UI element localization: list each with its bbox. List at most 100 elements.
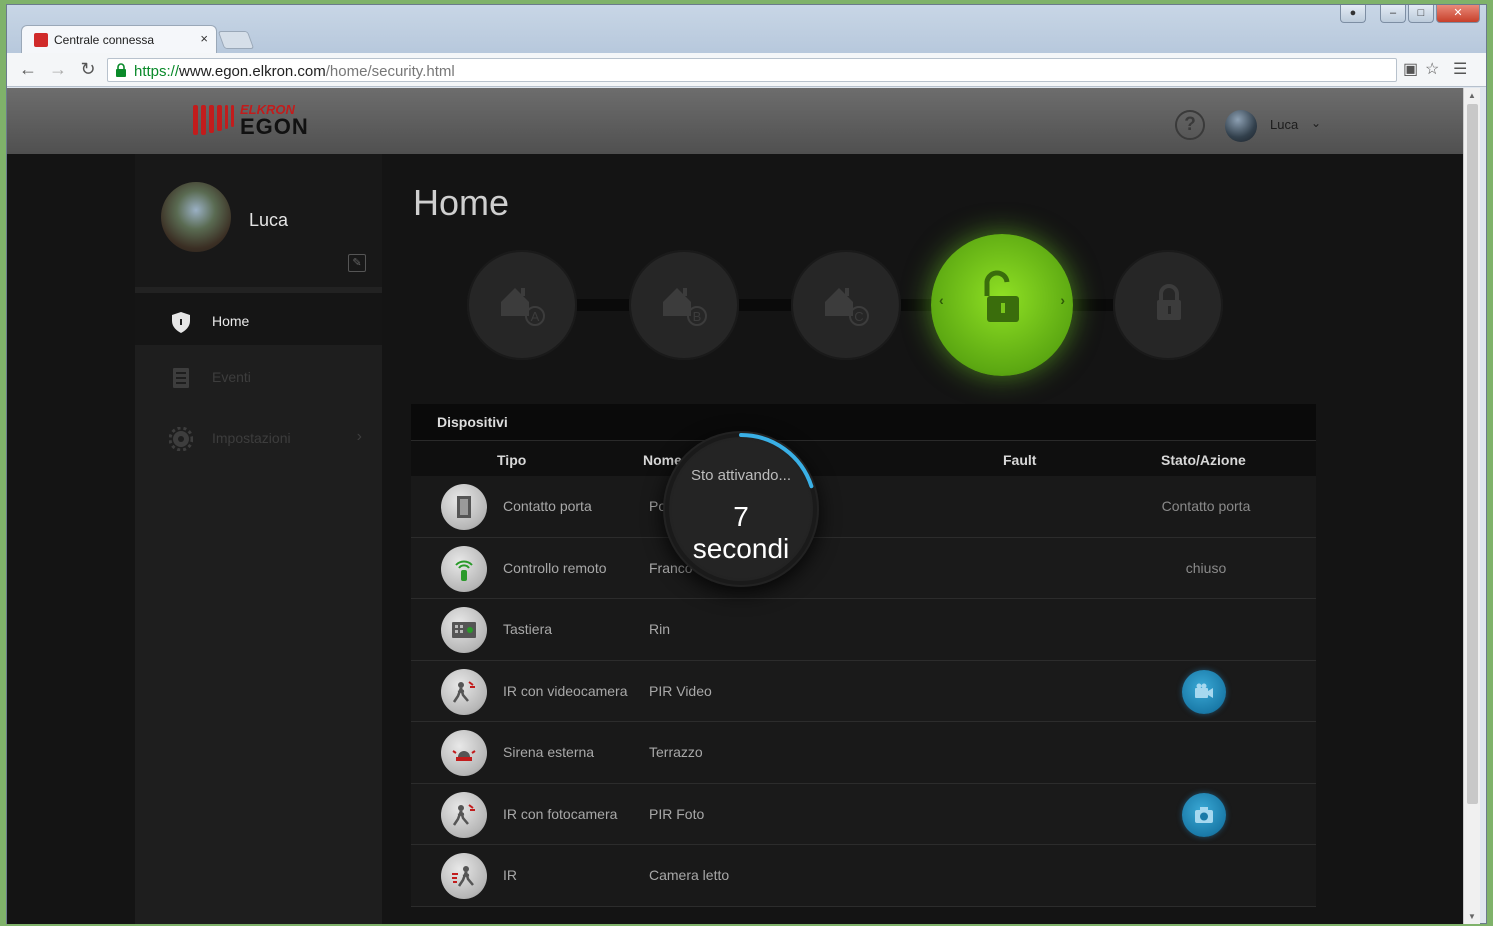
table-header: Tipo Nome Fault Stato/Azione xyxy=(411,440,1316,476)
translate-icon[interactable]: ▣ xyxy=(1403,59,1418,79)
video-camera-button[interactable] xyxy=(1182,669,1226,714)
table-body: Contatto porta Porta Contatto porta Cont… xyxy=(411,476,1316,907)
edit-profile-icon[interactable]: ✎ xyxy=(348,254,366,272)
cell-tipo: Contatto porta xyxy=(503,498,592,514)
mode-arm[interactable] xyxy=(1113,250,1223,360)
cell-tipo: Controllo remoto xyxy=(503,559,607,576)
scroll-down-icon[interactable]: ▼ xyxy=(1468,912,1476,921)
vertical-scrollbar[interactable]: ▲ ▼ xyxy=(1463,88,1480,924)
col-fault: Fault xyxy=(1003,452,1037,468)
col-stato: Stato/Azione xyxy=(1161,452,1246,468)
video-camera-icon xyxy=(1195,683,1213,698)
logo-brand-main: EGON xyxy=(240,113,309,139)
table-row[interactable]: IR Camera letto xyxy=(411,845,1316,907)
browser-window: Centrale connessa × ● – □ ✕ ← → ↻ https:… xyxy=(6,4,1487,924)
overlay-message: Sto attivando... xyxy=(690,467,792,484)
sidebar-item-impostazioni[interactable]: Impostazioni › xyxy=(135,410,382,468)
pir-icon xyxy=(441,853,487,899)
cell-tipo: Sirena esterna xyxy=(503,744,595,760)
devices-title: Dispositivi xyxy=(411,404,1316,440)
lock-icon xyxy=(1157,284,1181,320)
scroll-up-icon[interactable]: ▲ xyxy=(1468,91,1476,100)
sidebar-profile: Luca ✎ xyxy=(135,154,382,287)
chevron-right-icon: › xyxy=(356,428,362,445)
table-row[interactable]: Contatto porta Porta Contatto porta xyxy=(411,476,1316,538)
chevron-down-icon[interactable]: ⌄ xyxy=(1311,116,1321,130)
page-title: Home xyxy=(413,182,510,223)
cell-stato: chiuso xyxy=(1185,559,1227,576)
new-tab-button[interactable] xyxy=(217,31,255,49)
back-icon[interactable]: ← xyxy=(17,59,39,80)
activation-countdown-overlay: Sto attivando... 7 secondi xyxy=(663,431,819,587)
sidebar-item-home[interactable]: Home xyxy=(135,287,382,345)
mode-home-a[interactable]: A xyxy=(467,250,577,360)
browser-tab[interactable]: Centrale connessa × xyxy=(21,25,217,53)
mode-disarm[interactable]: ‹ › xyxy=(931,234,1073,376)
door-contact-icon xyxy=(441,484,487,530)
url-text: https://www.egon.elkron.com/home/securit… xyxy=(134,63,455,80)
chevron-left-icon[interactable]: ‹ xyxy=(939,292,944,308)
mode-home-b[interactable]: B xyxy=(629,250,739,360)
table-row[interactable]: Sirena esterna Terrazzo xyxy=(411,722,1316,784)
profile-icon[interactable]: ● xyxy=(1340,5,1366,23)
tab-strip: Centrale connessa × ● – □ ✕ xyxy=(7,5,1486,53)
home-a-icon: A xyxy=(501,288,545,326)
remote-control-icon xyxy=(441,545,487,592)
page-viewport: ELKRON EGON ? Luca ⌄ Luca ✎ Home Eventi … xyxy=(7,88,1463,924)
header-avatar[interactable] xyxy=(1225,110,1257,142)
keypad-icon xyxy=(441,607,487,653)
table-row[interactable]: Tastiera Rin xyxy=(411,599,1316,661)
svg-text:C: C xyxy=(854,309,863,324)
sidebar-item-label: Impostazioni xyxy=(212,430,291,446)
sidebar-item-eventi[interactable]: Eventi xyxy=(135,349,382,407)
svg-text:B: B xyxy=(693,309,702,324)
sidebar-item-label: Eventi xyxy=(212,369,251,385)
list-icon xyxy=(173,368,189,388)
reload-icon[interactable]: ↻ xyxy=(77,59,99,80)
forward-icon[interactable]: → xyxy=(47,59,69,80)
home-b-icon: B xyxy=(663,288,707,326)
menu-icon[interactable]: ☰ xyxy=(1453,59,1467,79)
chevron-right-icon[interactable]: › xyxy=(1060,292,1065,308)
cell-nome: Rin xyxy=(649,621,671,637)
devices-table: Dispositivi Tipo Nome Fault Stato/Azione… xyxy=(411,404,1316,907)
tab-close-icon[interactable]: × xyxy=(200,31,208,46)
photo-camera-icon xyxy=(1195,806,1213,823)
logo-bars-icon xyxy=(193,105,234,135)
table-row[interactable]: IR con fotocamera PIR Foto xyxy=(411,783,1316,845)
header-user-name[interactable]: Luca xyxy=(1270,117,1298,132)
pir-camera-icon xyxy=(441,668,487,715)
main-content: Home A B C ‹ › Dispositivi Tipo Nome Fau… xyxy=(411,154,1316,924)
col-tipo: Tipo xyxy=(497,452,527,468)
cell-nome: Camera letto xyxy=(649,867,730,883)
help-icon[interactable]: ? xyxy=(1175,110,1205,140)
minimize-button[interactable]: – xyxy=(1380,5,1406,23)
scrollbar-thumb[interactable] xyxy=(1467,104,1478,804)
maximize-button[interactable]: □ xyxy=(1408,5,1434,23)
sidebar: Luca ✎ Home Eventi Impostazioni › xyxy=(135,154,382,924)
profile-name: Luca xyxy=(249,210,289,230)
elkron-egon-logo[interactable]: ELKRON EGON xyxy=(193,102,309,138)
cell-tipo: IR con videocamera xyxy=(503,682,628,699)
site-header: ELKRON EGON ? Luca ⌄ xyxy=(7,88,1463,154)
pir-photo-icon xyxy=(441,791,487,838)
cell-nome: PIR Foto xyxy=(649,805,705,822)
unlock-icon xyxy=(984,270,1019,322)
countdown-number: 7 xyxy=(733,501,749,532)
gear-icon xyxy=(169,427,193,451)
cell-tipo: IR xyxy=(503,867,517,883)
shield-icon xyxy=(172,312,190,333)
bookmark-star-icon[interactable]: ☆ xyxy=(1425,59,1439,79)
close-window-button[interactable]: ✕ xyxy=(1436,5,1480,23)
countdown-unit: secondi xyxy=(692,533,790,564)
cell-nome: PIR Video xyxy=(649,682,712,699)
browser-toolbar: ← → ↻ https://www.egon.elkron.com/home/s… xyxy=(7,53,1486,87)
photo-camera-button[interactable] xyxy=(1182,792,1226,837)
mode-home-c[interactable]: C xyxy=(791,250,901,360)
table-row[interactable]: IR con videocamera PIR Video xyxy=(411,660,1316,722)
home-c-icon: C xyxy=(825,288,869,326)
address-bar[interactable]: https://www.egon.elkron.com/home/securit… xyxy=(107,58,1397,82)
tab-title: Centrale connessa xyxy=(54,33,155,47)
table-row[interactable]: Controllo remoto Franco chiuso xyxy=(411,537,1316,599)
secure-lock-icon xyxy=(116,63,126,77)
